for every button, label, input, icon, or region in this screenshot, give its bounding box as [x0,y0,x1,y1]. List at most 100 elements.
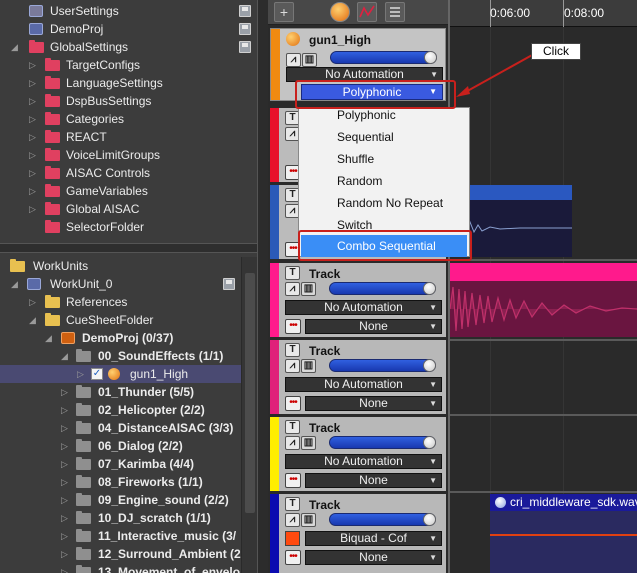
expand-arrow-icon[interactable]: ▷ [61,401,71,419]
save-icon[interactable] [239,5,251,17]
volume-slider[interactable] [329,359,436,372]
expand-arrow-icon[interactable]: ▷ [77,365,87,383]
expand-arrow-icon[interactable]: ▷ [61,563,71,573]
tree-item-aisac-controls[interactable]: ▷ AISAC Controls [0,164,257,182]
expand-arrow-icon[interactable]: ▷ [61,419,71,437]
panel-splitter[interactable] [0,243,257,253]
tree-item-react[interactable]: ▷ REACT [0,128,257,146]
expand-arrow-icon[interactable]: ▷ [29,92,39,110]
tree-item-cuesheetfolder[interactable]: ◢ CueSheetFolder [0,311,257,329]
collapse-arrow-icon[interactable]: ◢ [45,329,55,347]
collapse-arrow-icon[interactable]: ◢ [11,275,21,293]
meter-icon[interactable]: ▥ [301,282,316,296]
tree-item-thunder[interactable]: ▷ 01_Thunder (5/5) [0,383,257,401]
slider-knob[interactable] [423,436,436,449]
text-toggle-icon[interactable]: T [285,497,300,511]
track-row[interactable]: T Track ⩘ ▥ No Automation ▼ ••• None ▼ [270,340,446,414]
text-toggle-icon[interactable]: T [285,343,300,357]
track-row[interactable]: T Track ⩘ ▥ Biquad - Cof ▼ ••• None ▼ [270,494,446,573]
tree-scrollbar[interactable] [241,257,257,573]
more-options-icon[interactable]: ••• [285,550,301,565]
track-row[interactable]: T Track ⩘ ▥ No Automation ▼ ••• None ▼ [270,417,446,491]
text-toggle-icon[interactable]: T [285,420,300,434]
tree-item-workunits[interactable]: WorkUnits [0,257,257,275]
collapse-arrow-icon[interactable]: ◢ [11,38,21,56]
tree-item-dj-scratch[interactable]: ▷ 10_DJ_scratch (1/1) [0,509,257,527]
menu-item-random[interactable]: Random [299,170,469,192]
automation-dropdown[interactable]: No Automation ▼ [285,377,442,392]
expand-arrow-icon[interactable]: ▷ [61,455,71,473]
add-track-button[interactable]: + [274,2,294,22]
expand-arrow-icon[interactable]: ▷ [29,200,39,218]
expand-arrow-icon[interactable]: ▷ [29,164,39,182]
option-dropdown[interactable]: None ▼ [305,396,442,411]
meter-icon[interactable]: ▥ [301,359,316,373]
envelope-icon[interactable]: ⩘ [285,436,300,450]
text-toggle-icon[interactable]: T [285,266,300,280]
save-icon[interactable] [223,278,235,290]
automation-dropdown[interactable]: No Automation ▼ [285,454,442,469]
curve-button-icon[interactable] [357,2,377,22]
tree-item-helicopter[interactable]: ▷ 02_Helicopter (2/2) [0,401,257,419]
meter-icon[interactable]: ▥ [302,53,317,67]
time-ruler[interactable]: 0:06:00 0:08:00 [450,0,637,27]
tree-item-demoproj[interactable]: DemoProj [0,20,257,38]
tree-item-surround-ambient[interactable]: ▷ 12_Surround_Ambient (2 [0,545,257,563]
checkbox-icon[interactable]: ✓ [91,368,103,380]
envelope-icon[interactable]: ⩘ [285,282,300,296]
menu-item-shuffle[interactable]: Shuffle [299,148,469,170]
collapse-arrow-icon[interactable]: ◢ [61,347,71,365]
slider-knob[interactable] [424,51,437,64]
meter-icon[interactable]: ▥ [301,513,316,527]
expand-arrow-icon[interactable]: ▷ [29,128,39,146]
expand-arrow-icon[interactable]: ▷ [61,383,71,401]
tree-item-voicelimitgroups[interactable]: ▷ VoiceLimitGroups [0,146,257,164]
tree-item-soundeffects[interactable]: ◢ 00_SoundEffects (1/1) [0,347,257,365]
tree-item-movement-of-envelope[interactable]: ▷ 13_Movement_of_envelo [0,563,257,573]
volume-slider[interactable] [329,513,436,526]
more-options-icon[interactable]: ••• [285,473,301,488]
tree-item-languagesettings[interactable]: ▷ LanguageSettings [0,74,257,92]
expand-arrow-icon[interactable]: ▷ [61,491,71,509]
menu-item-random-no-repeat[interactable]: Random No Repeat [299,192,469,214]
save-icon[interactable] [239,41,251,53]
envelope-icon[interactable]: ⩘ [285,359,300,373]
audio-clip[interactable]: cri_middleware_sdk.wav [490,494,637,573]
tree-item-usersettings[interactable]: UserSettings [0,2,257,20]
tree-item-engine-sound[interactable]: ▷ 09_Engine_sound (2/2) [0,491,257,509]
tree-item-karimba[interactable]: ▷ 07_Karimba (4/4) [0,455,257,473]
tree-item-demoproj-cuesheet[interactable]: ◢ DemoProj (0/37) [0,329,257,347]
expand-arrow-icon[interactable]: ▷ [61,437,71,455]
expand-arrow-icon[interactable]: ▷ [29,110,39,128]
tree-item-workunit-0[interactable]: ◢ WorkUnit_0 [0,275,257,293]
tree-item-global-aisac[interactable]: ▷ Global AISAC [0,200,257,218]
expand-arrow-icon[interactable]: ▷ [29,56,39,74]
expand-arrow-icon[interactable]: ▷ [29,182,39,200]
menu-item-sequential[interactable]: Sequential [299,126,469,148]
option-dropdown[interactable]: None ▼ [305,319,442,334]
expand-arrow-icon[interactable]: ▷ [29,146,39,164]
tree-item-fireworks[interactable]: ▷ 08_Fireworks (1/1) [0,473,257,491]
tree-item-dialog[interactable]: ▷ 06_Dialog (2/2) [0,437,257,455]
automation-dropdown[interactable]: No Automation ▼ [285,300,442,315]
tree-item-targetconfigs[interactable]: ▷ TargetConfigs [0,56,257,74]
expand-arrow-icon[interactable]: ▷ [61,509,71,527]
more-options-icon[interactable]: ••• [285,319,301,334]
slider-knob[interactable] [423,359,436,372]
expand-arrow-icon[interactable]: ▷ [61,545,71,563]
scrollbar-thumb[interactable] [245,273,255,513]
tree-item-categories[interactable]: ▷ Categories [0,110,257,128]
save-icon[interactable] [239,23,251,35]
tree-item-gamevariables[interactable]: ▷ GameVariables [0,182,257,200]
tree-item-distanceaisac[interactable]: ▷ 04_DistanceAISAC (3/3) [0,419,257,437]
cue-button-icon[interactable] [330,2,350,22]
tree-item-dspbussettings[interactable]: ▷ DspBusSettings [0,92,257,110]
option-dropdown[interactable]: None ▼ [305,550,442,565]
volume-slider[interactable] [329,282,436,295]
envelope-icon[interactable]: ⩘ [285,513,300,527]
expand-arrow-icon[interactable]: ▷ [61,473,71,491]
expand-arrow-icon[interactable]: ▷ [29,74,39,92]
track-row[interactable]: T Track ⩘ ▥ No Automation ▼ ••• None ▼ [270,263,446,337]
envelope-icon[interactable]: ⩘ [286,53,301,67]
audio-clip[interactable] [450,263,637,337]
